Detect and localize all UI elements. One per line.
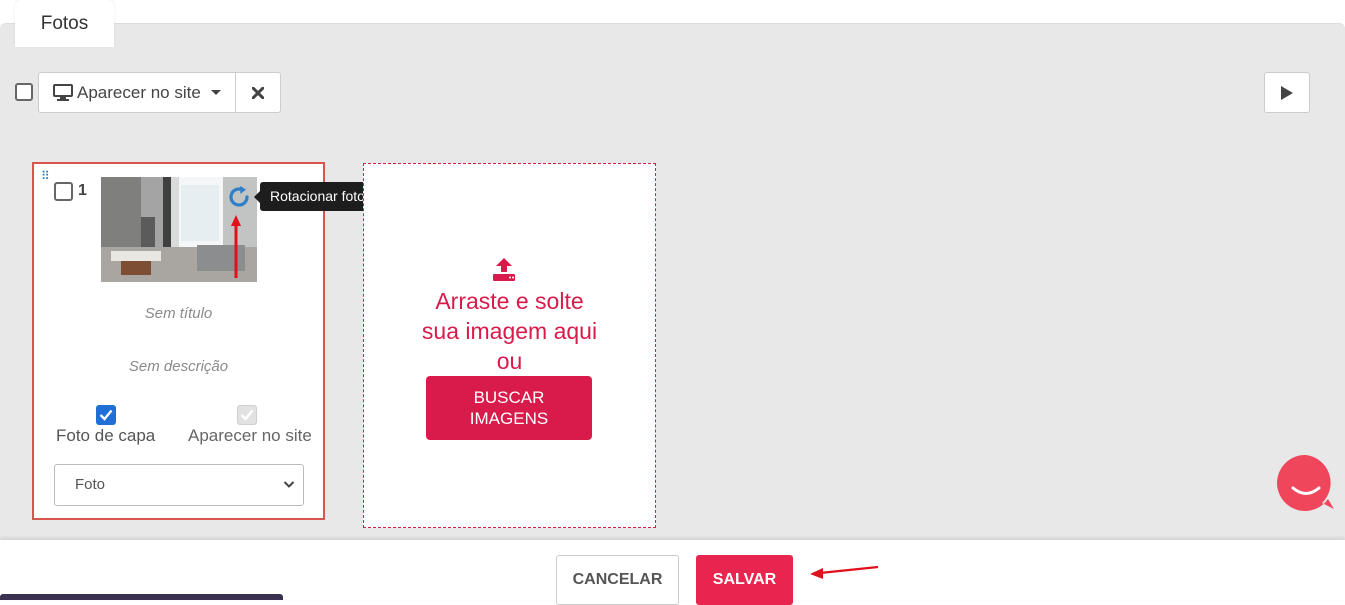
- photo-number: 1: [78, 182, 87, 199]
- monitor-icon: [53, 84, 73, 101]
- form-footer: CANCELAR SALVAR: [0, 540, 1345, 605]
- browse-button-line-1: BUSCAR: [473, 388, 545, 407]
- browse-images-button[interactable]: BUSCAR IMAGENS: [426, 376, 592, 440]
- photo-card: ⠿ 1 Sem título Sem descrição Foto de cap…: [32, 162, 325, 520]
- play-icon: [1281, 85, 1293, 100]
- image-drop-zone[interactable]: Arraste e solte sua imagem aqui ou BUSCA…: [363, 163, 656, 528]
- upload-icon: [493, 258, 515, 281]
- appear-on-site-dropdown[interactable]: Aparecer no site: [39, 73, 236, 112]
- photo-title[interactable]: Sem título: [34, 305, 323, 322]
- select-all-checkbox[interactable]: [15, 83, 33, 101]
- appear-on-site-label: Aparecer no site: [188, 426, 312, 445]
- bottom-bar-edge: [0, 594, 283, 600]
- drop-line-1: Arraste e solte: [435, 288, 584, 314]
- drop-line-3: ou: [496, 348, 523, 374]
- photo-select-checkbox[interactable]: [54, 182, 73, 201]
- tab-fotos[interactable]: Fotos: [15, 0, 114, 47]
- photo-type-select[interactable]: Foto: [54, 464, 304, 506]
- delete-selected-button[interactable]: [236, 73, 280, 112]
- save-button[interactable]: SALVAR: [696, 555, 793, 605]
- photo-type-value: Foto: [75, 476, 106, 493]
- appear-on-site-label: Aparecer no site: [77, 82, 201, 102]
- chat-icon[interactable]: [1276, 453, 1336, 515]
- drop-line-2: sua imagem aqui: [421, 318, 598, 344]
- cancel-button[interactable]: CANCELAR: [556, 555, 679, 605]
- rotate-tooltip: Rotacionar foto: [254, 182, 375, 211]
- check-icon: [240, 409, 254, 421]
- slideshow-play-button[interactable]: [1264, 72, 1310, 113]
- annotation-arrow-up-icon: [231, 215, 241, 278]
- appear-on-site-checkbox: [237, 405, 257, 425]
- cover-photo-checkbox[interactable]: [96, 405, 116, 425]
- drop-instructions: Arraste e solte sua imagem aqui ou: [364, 286, 655, 376]
- browse-button-line-2: IMAGENS: [469, 409, 549, 428]
- bulk-actions-group: Aparecer no site: [38, 72, 281, 113]
- cover-photo-label: Foto de capa: [56, 426, 156, 445]
- close-icon: [251, 86, 264, 99]
- check-icon: [99, 409, 113, 421]
- chevron-down-icon: [210, 90, 221, 95]
- rotate-icon[interactable]: [227, 185, 251, 209]
- photo-description[interactable]: Sem descrição: [34, 358, 323, 375]
- chevron-down-icon: [283, 481, 295, 488]
- annotation-arrow-left-icon: [810, 565, 879, 579]
- drag-handle-icon[interactable]: ⠿: [41, 170, 50, 182]
